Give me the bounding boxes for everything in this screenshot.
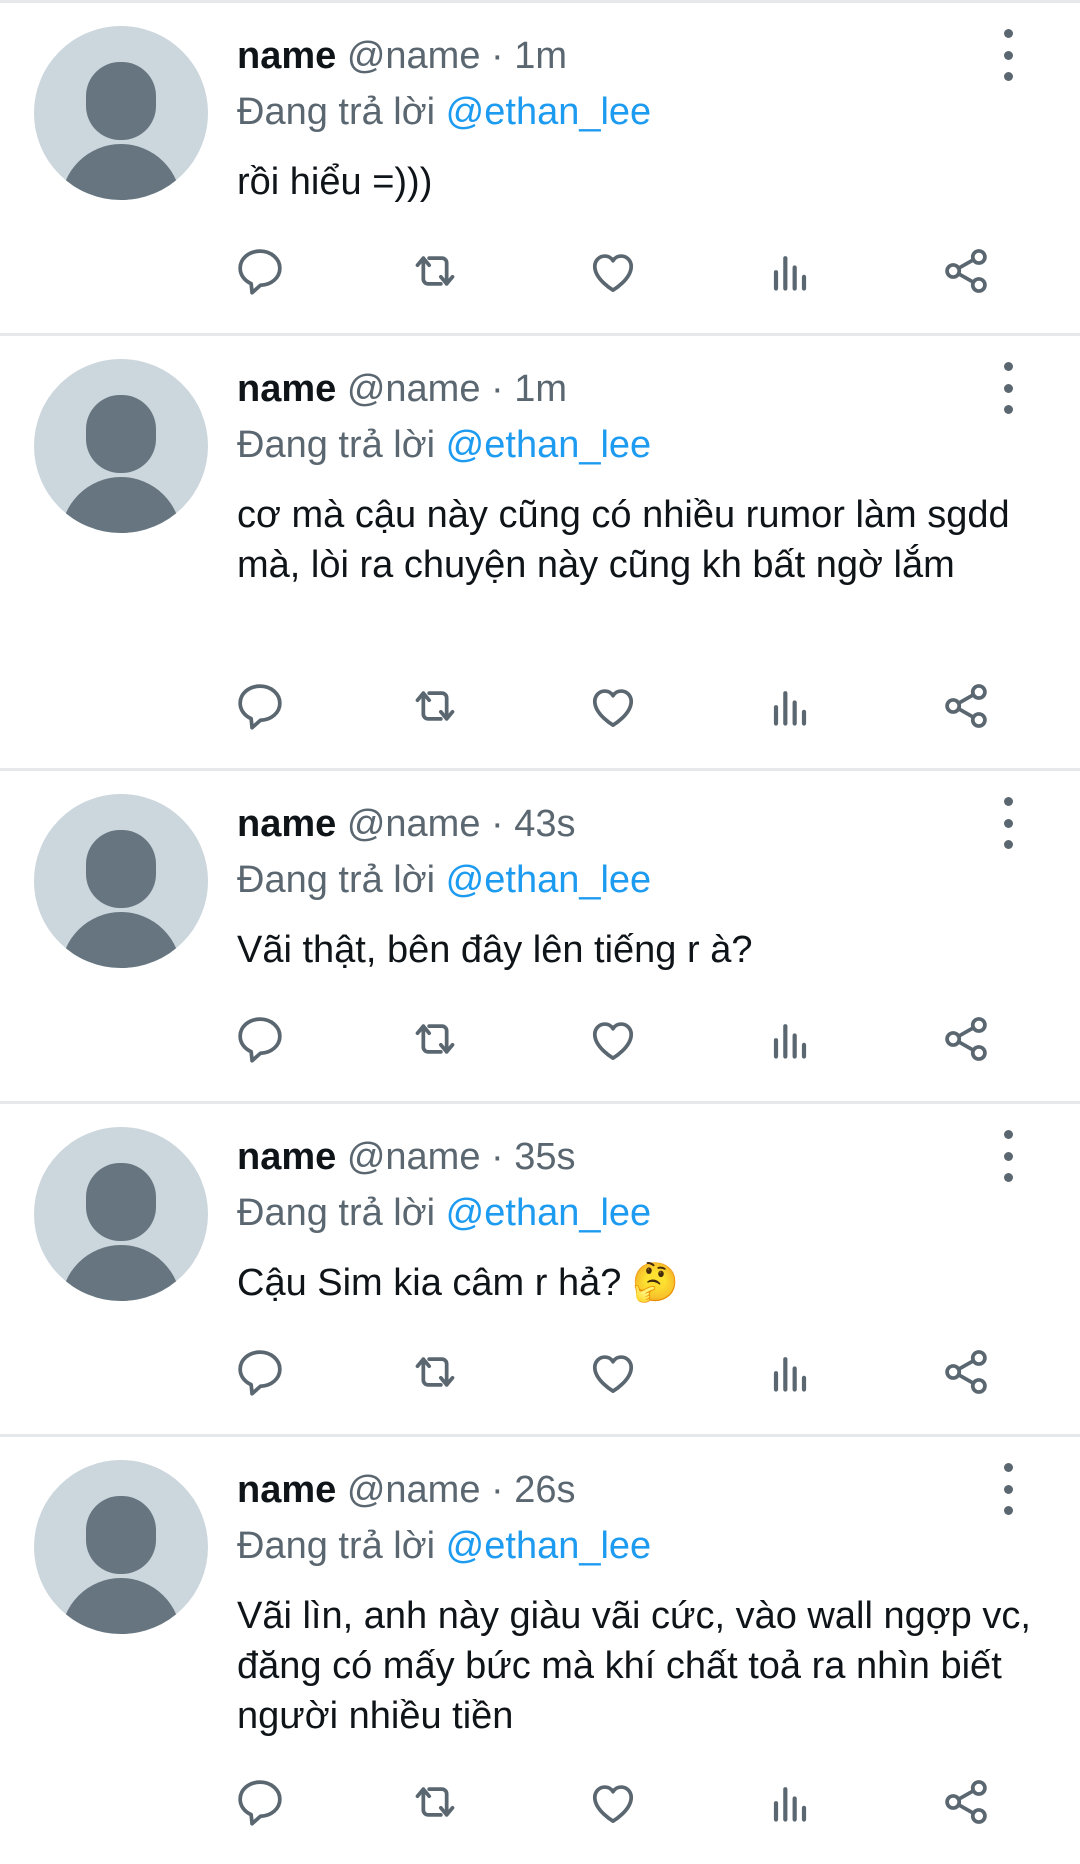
replying-label: Đang trả lời [237,859,436,901]
replying-label: Đang trả lời [237,1192,436,1234]
replying-label: Đang trả lời [237,424,436,466]
avatar[interactable] [34,1460,208,1634]
user-handle[interactable]: @name [347,35,481,77]
retweet-icon[interactable] [407,1011,463,1067]
like-icon[interactable] [585,1774,641,1830]
replying-label: Đang trả lời [237,91,436,133]
tweet-text: cơ mà cậu này cũng có nhiều rumor làm sg… [237,494,1010,586]
share-icon[interactable] [938,1344,994,1400]
like-icon[interactable] [585,1344,641,1400]
share-icon[interactable] [938,678,994,734]
tweet-header: name @name · 43s [237,799,576,849]
more-options-icon[interactable] [990,362,1026,414]
timestamp[interactable]: 35s [514,1136,575,1178]
like-icon[interactable] [585,1011,641,1067]
mention-link[interactable]: @ethan_lee [446,859,652,901]
tweet-card[interactable]: name @name · 1m Đang trả lời @ethan_lee … [0,3,1080,336]
timestamp[interactable]: 1m [514,368,567,410]
analytics-icon[interactable] [762,1344,818,1400]
retweet-icon[interactable] [407,243,463,299]
action-bar [232,678,1022,734]
tweet-text: Vãi thật, bên đây lên tiếng r à? [237,929,753,971]
timestamp[interactable]: 43s [514,803,575,845]
analytics-icon[interactable] [762,678,818,734]
display-name[interactable]: name [237,35,336,77]
tweet-card[interactable]: name @name · 1m Đang trả lời @ethan_lee … [0,336,1080,771]
tweet-text: Cậu Sim kia câm r hả? 🤔 [237,1262,680,1304]
avatar[interactable] [34,26,208,200]
display-name[interactable]: name [237,368,336,410]
analytics-icon[interactable] [762,1774,818,1830]
analytics-icon[interactable] [762,243,818,299]
more-options-icon[interactable] [990,797,1026,849]
tweet-header: name @name · 35s [237,1132,576,1182]
reply-icon[interactable] [232,678,288,734]
reply-feed: name @name · 1m Đang trả lời @ethan_lee … [0,0,1080,1864]
user-handle[interactable]: @name [347,1469,481,1511]
reply-icon[interactable] [232,1774,288,1830]
separator: · [491,368,504,410]
share-icon[interactable] [938,243,994,299]
mention-link[interactable]: @ethan_lee [446,424,652,466]
reply-icon[interactable] [232,1344,288,1400]
retweet-icon[interactable] [407,1344,463,1400]
timestamp[interactable]: 1m [514,35,567,77]
retweet-icon[interactable] [407,678,463,734]
display-name[interactable]: name [237,1469,336,1511]
display-name[interactable]: name [237,1136,336,1178]
avatar[interactable] [34,794,208,968]
mention-link[interactable]: @ethan_lee [446,1192,652,1234]
tweet-card[interactable]: name @name · 43s Đang trả lời @ethan_lee… [0,771,1080,1104]
share-icon[interactable] [938,1011,994,1067]
replying-to: Đang trả lời @ethan_lee [237,1521,651,1571]
timestamp[interactable]: 26s [514,1469,575,1511]
tweet-text: rồi hiểu =))) [237,161,433,203]
reply-icon[interactable] [232,1011,288,1067]
avatar[interactable] [34,1127,208,1301]
replying-to: Đang trả lời @ethan_lee [237,855,651,905]
separator: · [491,35,504,77]
mention-link[interactable]: @ethan_lee [446,1525,652,1567]
separator: · [491,1469,504,1511]
tweet-card[interactable]: name @name · 26s Đang trả lời @ethan_lee… [0,1437,1080,1864]
tweet-header: name @name · 1m [237,364,567,414]
retweet-icon[interactable] [407,1774,463,1830]
avatar[interactable] [34,359,208,533]
action-bar [232,1011,1022,1067]
more-options-icon[interactable] [990,29,1026,81]
action-bar [232,1774,1022,1830]
like-icon[interactable] [585,678,641,734]
action-bar [232,243,1022,299]
action-bar [232,1344,1022,1400]
replying-to: Đang trả lời @ethan_lee [237,1188,651,1238]
tweet-header: name @name · 1m [237,31,567,81]
display-name[interactable]: name [237,803,336,845]
more-options-icon[interactable] [990,1463,1026,1515]
user-handle[interactable]: @name [347,1136,481,1178]
replying-to: Đang trả lời @ethan_lee [237,87,651,137]
separator: · [491,803,504,845]
tweet-text: Vãi lìn, anh này giàu vãi cức, vào wall … [237,1595,1031,1737]
mention-link[interactable]: @ethan_lee [446,91,652,133]
analytics-icon[interactable] [762,1011,818,1067]
replying-label: Đang trả lời [237,1525,436,1567]
user-handle[interactable]: @name [347,803,481,845]
reply-icon[interactable] [232,243,288,299]
tweet-header: name @name · 26s [237,1465,576,1515]
user-handle[interactable]: @name [347,368,481,410]
more-options-icon[interactable] [990,1130,1026,1182]
tweet-card[interactable]: name @name · 35s Đang trả lời @ethan_lee… [0,1104,1080,1437]
share-icon[interactable] [938,1774,994,1830]
separator: · [491,1136,504,1178]
replying-to: Đang trả lời @ethan_lee [237,420,651,470]
like-icon[interactable] [585,243,641,299]
